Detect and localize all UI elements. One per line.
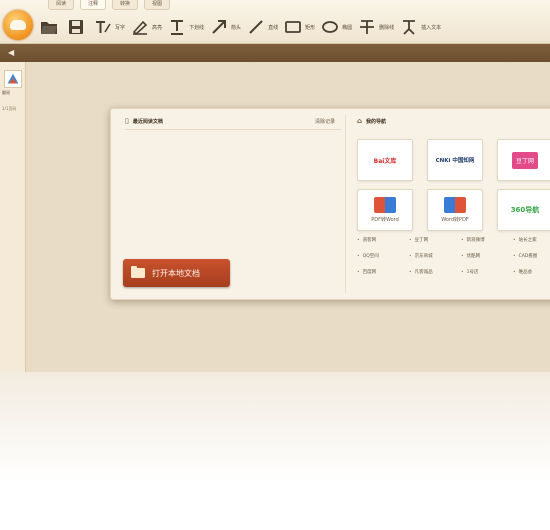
nav-tile-docin[interactable]: 豆丁网	[497, 139, 550, 181]
ribbon-tabs: 阅读 注释 转换 视图	[48, 0, 171, 10]
app-window: 阅读 注释 转换 视图 写字 高亮 下划线 箭头 直线 矩形 椭圆 删除线 插入…	[0, 0, 550, 372]
collapse-panel-icon[interactable]: ◀	[8, 48, 18, 58]
toolbar: 阅读 注释 转换 视图 写字 高亮 下划线 箭头 直线 矩形 椭圆 删除线 插入…	[0, 0, 550, 44]
nav-link[interactable]: 道客网	[357, 237, 377, 243]
nav-link[interactable]: 豆丁网	[409, 237, 429, 243]
pdf-to-word-icon	[374, 197, 396, 213]
window-reflection	[0, 372, 550, 530]
cnki-logo: CNKi 中国知网	[435, 158, 475, 164]
tool-row: 写字 高亮 下划线 箭头 直线 矩形 椭圆 删除线 插入文本	[38, 14, 445, 40]
strikeout-icon	[356, 16, 378, 38]
save-icon	[65, 16, 87, 38]
tab-annotate[interactable]: 注释	[80, 0, 107, 10]
tab-view[interactable]: 视图	[144, 0, 171, 10]
panel-strip: ◀	[0, 44, 550, 62]
insert-text-icon	[398, 16, 420, 38]
document-icon: ▯	[125, 117, 129, 125]
my-nav-title: 我的导航	[366, 118, 387, 125]
start-panel: ▯ 最近阅读文档 清除记录 打开本地文档 ⌂ 我的导航 Bai文库 CNKi 中…	[110, 108, 550, 300]
recent-docs-header: ▯ 最近阅读文档 清除记录	[125, 115, 335, 127]
nav-link[interactable]: CAD看图	[513, 253, 538, 259]
nav-tile-pdf-to-word[interactable]: PDF转Word	[357, 189, 413, 231]
save-tool[interactable]	[65, 14, 88, 40]
rectangle-icon	[282, 16, 304, 38]
nav-tile-360[interactable]: 360导航	[497, 189, 550, 231]
line-icon	[245, 16, 267, 38]
nav-link[interactable]: 站长之家	[513, 237, 537, 243]
arrow-icon	[208, 16, 230, 38]
page-number-label: 1/1页码	[2, 106, 17, 111]
panel-separator	[345, 115, 346, 293]
word-to-pdf-icon	[444, 197, 466, 213]
arrow-tool[interactable]: 箭头	[208, 14, 241, 40]
nav-link[interactable]: 京东商城	[409, 253, 433, 259]
line-tool[interactable]: 直线	[245, 14, 278, 40]
rectangle-tool[interactable]: 矩形	[282, 14, 315, 40]
page-thumbnail[interactable]	[4, 70, 22, 88]
360-nav-logo: 360导航	[510, 206, 540, 214]
recent-divider	[125, 129, 341, 130]
word-to-pdf-label: Word转PDF	[441, 217, 469, 223]
text-tool[interactable]: 写字	[92, 14, 125, 40]
my-nav-header: ⌂ 我的导航	[357, 115, 550, 127]
tab-read[interactable]: 阅读	[48, 0, 75, 10]
nav-tile-cnki[interactable]: CNKi 中国知网	[427, 139, 483, 181]
highlighter-icon	[129, 16, 151, 38]
ellipse-tool[interactable]: 椭圆	[319, 14, 352, 40]
nav-link[interactable]: 1号店	[461, 269, 479, 275]
highlight-tool[interactable]: 高亮	[129, 14, 162, 40]
ellipse-icon	[319, 16, 341, 38]
nav-link[interactable]: 唯品会	[513, 269, 533, 275]
text-pen-icon	[92, 16, 114, 38]
tab-convert[interactable]: 转换	[112, 0, 139, 10]
pdf-to-word-label: PDF转Word	[371, 217, 399, 223]
app-logo[interactable]	[3, 10, 33, 40]
nav-link[interactable]: 百度网	[357, 269, 377, 275]
docin-logo: 豆丁网	[511, 151, 538, 169]
nav-link[interactable]: 凡客诚品	[409, 269, 433, 275]
thumbnail-label: 翻阅	[2, 90, 10, 95]
baidu-wenku-logo: Bai文库	[373, 157, 397, 165]
folder-open-icon	[38, 16, 60, 38]
nav-link[interactable]: 优酷网	[461, 253, 481, 259]
nav-link[interactable]: QQ空间	[357, 253, 379, 259]
clear-history-link[interactable]: 清除记录	[315, 118, 335, 125]
nav-tile-baidu-wenku[interactable]: Bai文库	[357, 139, 413, 181]
home-icon: ⌂	[357, 117, 363, 125]
strikeout-tool[interactable]: 删除线	[356, 14, 394, 40]
underline-tool[interactable]: 下划线	[166, 14, 204, 40]
open-button-label: 打开本地文档	[152, 268, 200, 278]
insert-text-tool[interactable]: 插入文本	[398, 14, 441, 40]
open-file-tool[interactable]	[38, 14, 61, 40]
underline-icon	[166, 16, 188, 38]
open-local-document-button[interactable]: 打开本地文档	[123, 259, 230, 287]
left-rail: 翻阅 1/1页码	[0, 62, 26, 372]
recent-docs-title: 最近阅读文档	[132, 118, 163, 125]
nav-tile-word-to-pdf[interactable]: Word转PDF	[427, 189, 483, 231]
nav-link[interactable]: 新浪微博	[461, 237, 485, 243]
folder-icon	[131, 266, 145, 278]
